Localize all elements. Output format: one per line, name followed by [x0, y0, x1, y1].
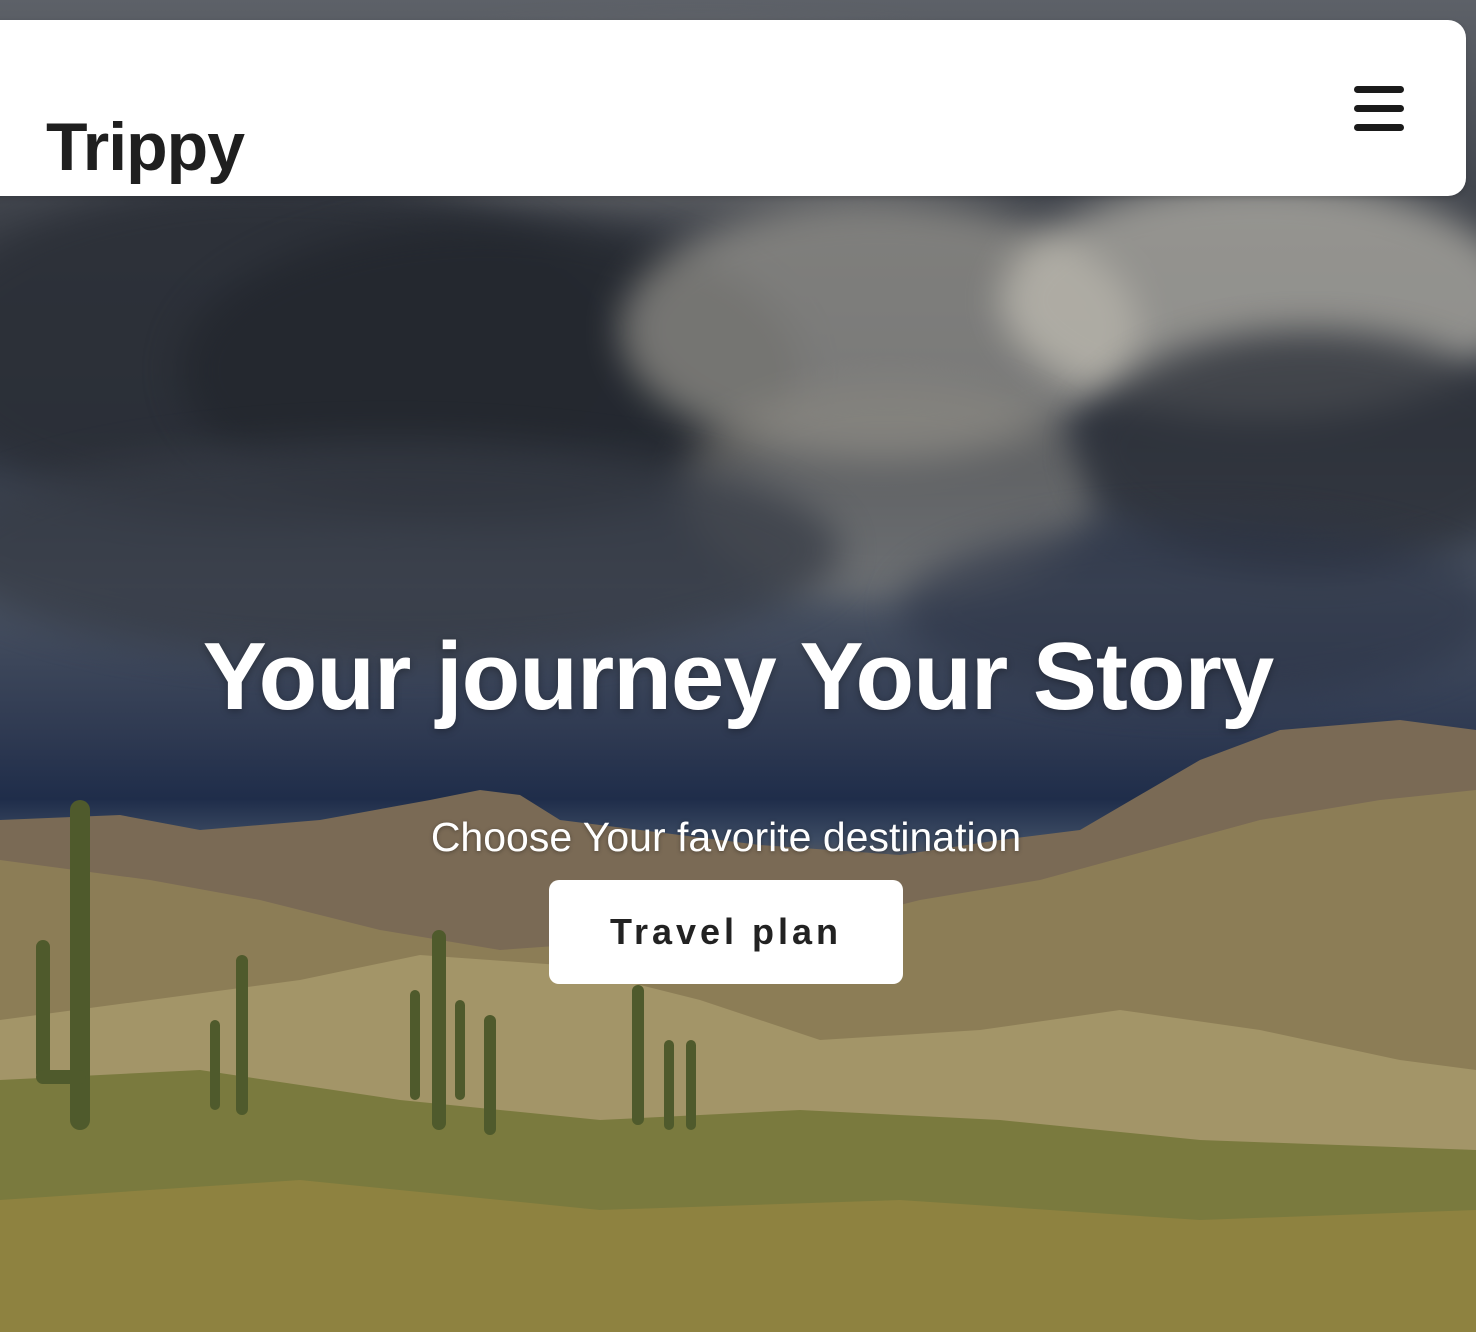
hamburger-menu-icon[interactable] [1354, 86, 1406, 132]
brand-logo[interactable]: Trippy [46, 108, 245, 186]
travel-plan-button[interactable]: Travel plan [549, 880, 903, 984]
hero-section: Trippy Your journey Your Story Choose Yo… [0, 0, 1476, 1332]
hero-subtitle: Choose Your favorite destination [430, 814, 1022, 860]
navbar: Trippy [0, 20, 1466, 196]
hamburger-line [1354, 105, 1404, 112]
hero-headline: Your journey Your Story [202, 623, 1275, 730]
hamburger-line [1354, 124, 1404, 131]
hamburger-line [1354, 86, 1404, 93]
